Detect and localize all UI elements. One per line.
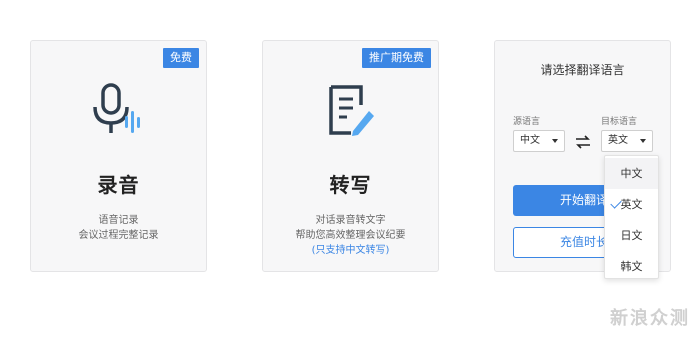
source-language-select[interactable]: 中文 — [513, 130, 565, 152]
target-language-label: 目标语言 — [601, 117, 638, 127]
dropdown-option[interactable]: 日文 — [605, 220, 658, 251]
watermark: 新浪众测 — [610, 308, 690, 329]
target-language-dropdown: 中文 英文 日文 韩文 — [604, 155, 659, 279]
card-description: 语音记录 会议过程完整记录 — [78, 215, 159, 241]
dropdown-option[interactable]: 中文 — [605, 158, 658, 189]
transcription-card[interactable]: 推广期免费 转写 对话录音转文字 帮助您高效整理会议纪要 (只支持中文转写) — [262, 40, 439, 272]
card-title: 转写 — [329, 173, 372, 197]
dropdown-option[interactable]: 英文 — [605, 189, 658, 220]
chevron-down-icon — [640, 139, 646, 143]
document-edit-icon — [323, 83, 379, 143]
recording-card[interactable]: 免费 录音 语音记录 会议过程完整记录 — [30, 40, 207, 272]
free-badge: 免费 — [163, 48, 199, 68]
dropdown-option[interactable]: 韩文 — [605, 251, 658, 282]
chevron-down-icon — [552, 139, 558, 143]
panel-title: 请选择翻译语言 — [540, 63, 625, 77]
swap-arrows-icon[interactable] — [575, 134, 591, 153]
card-title: 录音 — [97, 173, 140, 197]
promo-free-badge: 推广期免费 — [362, 48, 431, 68]
microphone-icon — [91, 83, 147, 143]
target-language-select[interactable]: 英文 — [601, 130, 653, 152]
source-language-label: 源语言 — [513, 117, 541, 127]
card-description: 对话录音转文字 帮助您高效整理会议纪要 (只支持中文转写) — [263, 213, 438, 258]
chinese-only-link[interactable]: (只支持中文转写) — [263, 243, 438, 258]
